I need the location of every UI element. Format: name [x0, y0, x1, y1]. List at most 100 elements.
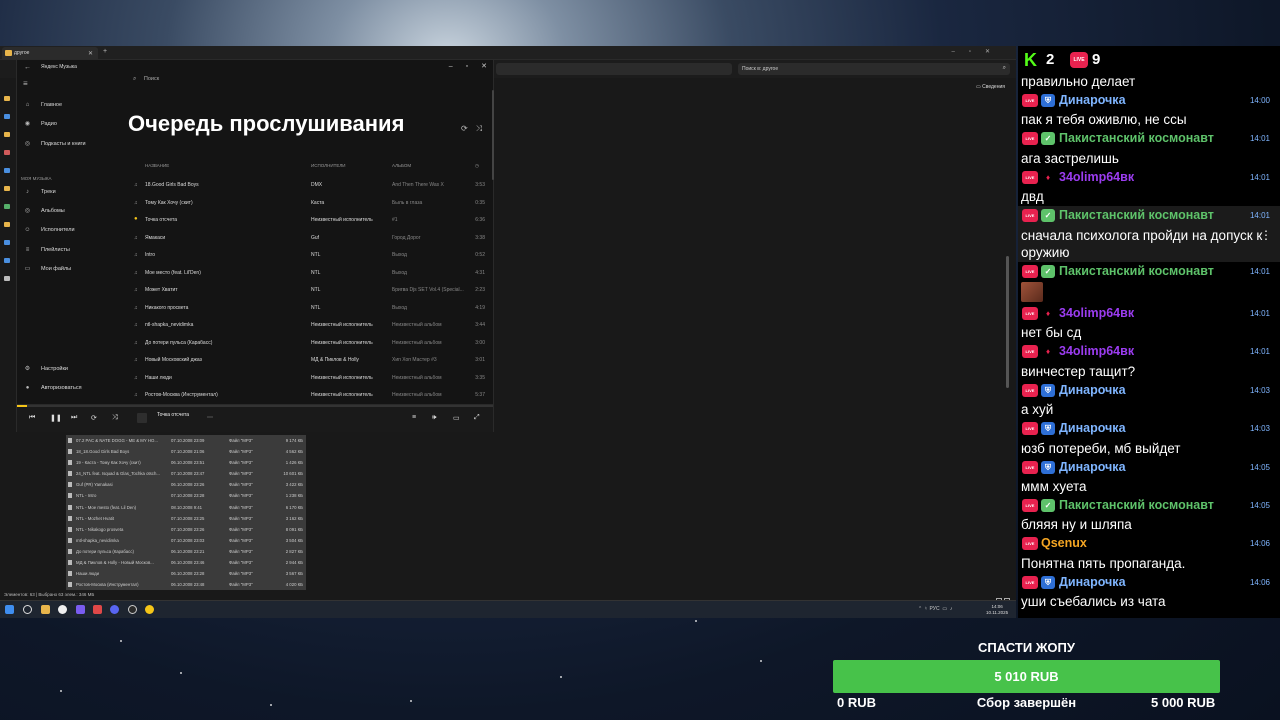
playback-progress[interactable] [17, 405, 493, 407]
track-artist[interactable]: NTL [311, 252, 389, 258]
more-options-icon[interactable]: ⋮ [1260, 228, 1272, 242]
system-tray[interactable]: ⌃ ♮ РУС ▭ ♪ [918, 606, 952, 612]
sidebar-item-artist[interactable]: ☺ Исполнители [17, 223, 117, 242]
sidebar-item-note[interactable]: ♪ Треки [17, 185, 117, 204]
track-row[interactable]: ♫ Новый Московский джаз МД & Пиклов & Holl… [129, 352, 495, 370]
track-album[interactable]: And Then There Was X [392, 182, 464, 188]
track-row[interactable]: ♫ Ростов-Москва (Инструментал) Неизвестный… [129, 387, 495, 405]
chat-username[interactable]: Динарочка [1059, 93, 1126, 107]
chat-username[interactable]: 34olimp64вк [1059, 306, 1134, 320]
chat-message[interactable]: LIVE ♦ 34olimp64вк 14:01 винчестер тащит? [1018, 342, 1280, 380]
address-bar[interactable] [496, 63, 732, 75]
track-artist[interactable]: Неизвестный исполнитель [311, 322, 389, 328]
chat-username[interactable]: Пакистанский космонавт [1059, 208, 1214, 222]
file-row[interactable]: Наши люди 06.10.2008 23:28 Файл "MP3" 3 567… [66, 568, 306, 580]
obs-icon[interactable] [128, 605, 137, 614]
chat-message[interactable]: LIVE ♦ 34olimp64вк 14:01 двд [1018, 168, 1280, 206]
track-row[interactable]: ♫ Intro NTL Выход 0:52 [129, 247, 495, 265]
sidebar-item-album[interactable]: ◎ Альбомы [17, 204, 117, 223]
chat-username[interactable]: Пакистанский космонавт [1059, 264, 1214, 278]
column-album[interactable]: Альбом [392, 163, 411, 168]
sidebar-item-radio[interactable]: ◉ Радио [17, 117, 117, 136]
more-icon[interactable]: ⋯ [207, 414, 213, 421]
track-row[interactable]: ♫ Наши люди Неизвестный исполнитель Неизвес… [129, 370, 495, 388]
fullscreen-icon[interactable]: ⤢ [474, 414, 480, 422]
menu-icon[interactable]: ≡ [23, 79, 28, 88]
track-artist[interactable]: Guf [311, 235, 389, 241]
chat-username[interactable]: Динарочка [1059, 383, 1126, 397]
previous-icon[interactable]: ⏮ [29, 414, 35, 422]
app-icon[interactable] [93, 605, 102, 614]
file-row[interactable]: Guf (PR) Yamakasi 06.10.2008 23:26 Файл "M… [66, 479, 306, 491]
chat-message[interactable]: LIVE ⛨ Динарочка 14:03 а хуй [1018, 381, 1280, 419]
track-row[interactable]: ♫ 18.Good Girls Bad Boys DMX And Then There… [129, 177, 495, 195]
sidebar-item-podcast[interactable]: ◎ Подкасты и книги [17, 137, 117, 156]
track-album[interactable]: Выход [392, 270, 464, 276]
sidebar-item-home[interactable]: ⌂ Главное [17, 98, 117, 117]
track-artist[interactable]: Неизвестный исполнитель [311, 340, 389, 346]
sidebar-item-playlist[interactable]: ≡ Плейлисты [17, 243, 117, 262]
column-artists[interactable]: Исполнители [311, 163, 346, 168]
track-album[interactable]: #1 [392, 217, 464, 223]
track-artist[interactable]: DMX [311, 182, 389, 188]
chat-message[interactable]: LIVE ⛨ Динарочка 14:03 юзб потереби, мб выйд… [1018, 419, 1280, 457]
track-artist[interactable]: МД & Пиклов & Holly [311, 357, 389, 363]
track-album[interactable]: Неизвестный альбом [392, 375, 464, 381]
track-artist[interactable]: Неизвестный исполнитель [311, 392, 389, 398]
miniplayer-icon[interactable]: ▭ [453, 414, 460, 422]
track-album[interactable]: Неизвестный альбом [392, 322, 464, 328]
chat-username[interactable]: Динарочка [1059, 421, 1126, 435]
file-row[interactable]: NTL - Mozhet Hvatit 07.10.2008 23:25 Файл … [66, 512, 306, 524]
chat-message[interactable]: LIVE ✓ Пакистанский космонавт 14:05 бляяя ну… [1018, 496, 1280, 534]
start-icon[interactable] [5, 605, 14, 614]
music-search-input[interactable]: ⌕ Поиск [133, 76, 159, 83]
now-playing-title[interactable]: Точка отсчета [157, 412, 189, 418]
add-tab-icon[interactable]: + [103, 48, 107, 55]
track-row[interactable]: ● Точка отсчета Неизвестный исполнитель #1 6… [129, 212, 495, 230]
chat-message[interactable]: LIVE ✓ Пакистанский космонавт 14:01 ага заст… [1018, 129, 1280, 167]
file-row[interactable]: МД & Пиклов & Holly - Новый Москов... 06.… [66, 557, 306, 569]
track-album[interactable]: Неизвестный альбом [392, 392, 464, 398]
file-row[interactable]: NTL - Intro 07.10.2008 23:28 Файл "MP3" 1 2… [66, 490, 306, 502]
track-artist[interactable]: Неизвестный исполнитель [311, 217, 389, 223]
shuffle-icon[interactable]: ⤨ [112, 414, 118, 422]
queue-icon[interactable]: ≡ [412, 414, 416, 421]
track-album[interactable]: Хип Хоп Мастер #3 [392, 357, 464, 363]
next-icon[interactable]: ⏭ [71, 414, 77, 422]
chat-message[interactable]: LIVE ✓ Пакистанский космонавт 14:01 [1018, 262, 1280, 302]
track-album[interactable]: Выход [392, 252, 464, 258]
track-album[interactable]: Неизвестный альбом [392, 340, 464, 346]
sidebar-item-user[interactable]: ● Авторизоваться [17, 381, 117, 400]
close-tab-icon[interactable]: ✕ [88, 50, 93, 57]
yandex-browser-icon[interactable] [58, 605, 67, 614]
track-cover[interactable] [137, 413, 147, 423]
track-artist[interactable]: Каста [311, 200, 389, 206]
track-artist[interactable]: NTL [311, 270, 389, 276]
shuffle-icon[interactable]: ⤨ [476, 124, 482, 133]
volume-icon[interactable]: 🕪 [432, 414, 436, 422]
language-indicator[interactable]: РУС [930, 606, 940, 612]
repeat-icon[interactable]: ⟳ [91, 414, 97, 422]
app-icon[interactable] [76, 605, 85, 614]
track-row[interactable]: ♫ Никакого просвета NTL Выход 4:19 [129, 300, 495, 318]
file-row[interactable]: mtl-shapka_nevidimka 07.10.2008 23:03 Файл… [66, 534, 306, 546]
chat-message[interactable]: LIVE ✓ Пакистанский космонавт 14:01 сначала … [1018, 206, 1280, 262]
chat-username[interactable]: 34olimp64вк [1059, 344, 1134, 358]
file-row[interactable]: Ростов-Москва (Инструментал) 06.10.2008 2… [66, 579, 306, 591]
explorer-icon[interactable] [41, 605, 50, 614]
chat-username[interactable]: Динарочка [1059, 575, 1126, 589]
explorer-search-input[interactable]: Поиск в: другое ⌕ [738, 63, 1010, 75]
track-artist[interactable]: NTL [311, 287, 389, 293]
back-arrow-icon[interactable]: ← [24, 64, 31, 71]
sidebar-item-gear[interactable]: ⚙ Настройки [17, 362, 117, 381]
repeat-icon[interactable]: ⟳ [461, 124, 468, 133]
track-row[interactable]: ♫ Ямакаси Guf Город Дорог 3:38 [129, 230, 495, 248]
window-controls[interactable]: –▫✕ [952, 48, 1005, 55]
file-row[interactable]: До потери пульса (Карабасс) 06.10.2008 23… [66, 545, 306, 558]
track-row[interactable]: ♫ Может Хватит NTL Бригва Djs SET Vol.4 (Sp… [129, 282, 495, 300]
file-row[interactable]: NTL - Moe mesto (feat. Lil Den) 08.10.200… [66, 501, 306, 513]
chat-message[interactable]: LIVE ⛨ Динарочка 14:05 ммм хуета [1018, 458, 1280, 496]
details-button[interactable]: ▭ Сведения [976, 84, 1005, 90]
chat-message[interactable]: LIVE ⛨ Динарочка 14:06 уши съебались из чата [1018, 573, 1280, 611]
yandex-music-icon[interactable] [145, 605, 154, 614]
